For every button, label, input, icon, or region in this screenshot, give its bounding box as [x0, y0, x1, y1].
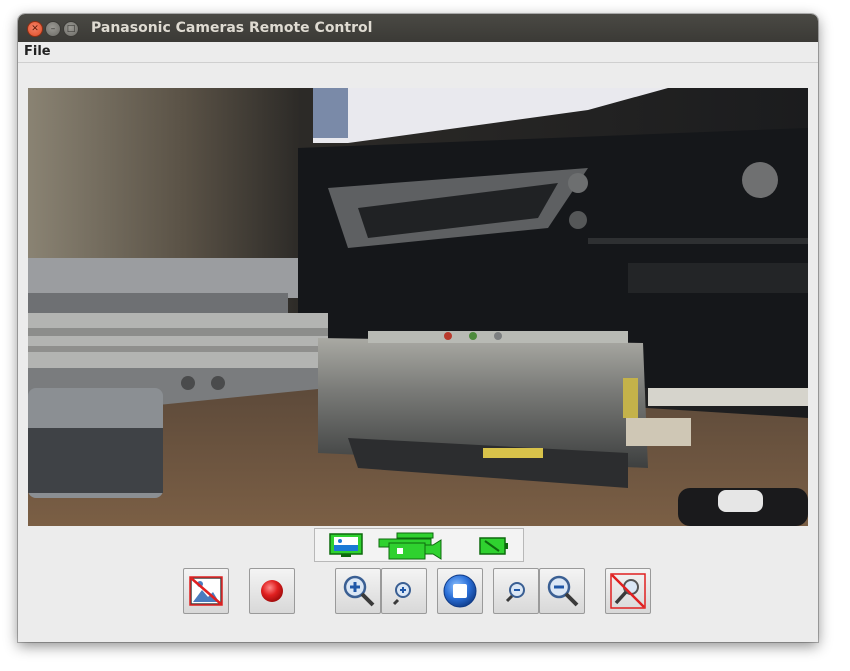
- battery-icon: [479, 537, 509, 559]
- no-zoom-button[interactable]: [605, 568, 651, 614]
- no-picture-button[interactable]: [183, 568, 229, 614]
- window-title: Panasonic Cameras Remote Control: [91, 20, 373, 36]
- menu-bar: File: [18, 42, 818, 63]
- zoom-in-large-icon: [343, 575, 375, 607]
- camera-live-view: [28, 88, 808, 526]
- record-button[interactable]: [249, 568, 295, 614]
- zoom-in-small-icon: [392, 582, 411, 606]
- no-zoom-icon: [610, 573, 646, 609]
- maximize-window-button[interactable]: □: [63, 21, 79, 37]
- title-bar[interactable]: ✕ – □ Panasonic Cameras Remote Control: [18, 14, 818, 42]
- zoom-out-small-icon: [505, 582, 525, 603]
- stop-button[interactable]: [437, 568, 483, 614]
- zoom-out-slow-button[interactable]: [493, 568, 539, 614]
- zoom-in-fast-button[interactable]: [335, 568, 381, 614]
- close-window-button[interactable]: ✕: [27, 21, 43, 37]
- stop-icon: [443, 574, 477, 608]
- video-camera-mode-icon[interactable]: [377, 532, 449, 564]
- zoom-out-fast-button[interactable]: [539, 568, 585, 614]
- app-window: ✕ – □ Panasonic Cameras Remote Control F…: [18, 14, 818, 642]
- mode-indicator-bar: [314, 528, 524, 562]
- menu-file[interactable]: File: [24, 44, 51, 59]
- zoom-out-large-icon: [547, 575, 579, 607]
- picture-mode-icon[interactable]: [329, 533, 363, 563]
- zoom-in-slow-button[interactable]: [381, 568, 427, 614]
- record-icon: [261, 580, 283, 602]
- no-picture-icon: [189, 576, 223, 606]
- camera-frame-image: [28, 88, 808, 526]
- minimize-window-button[interactable]: –: [45, 21, 61, 37]
